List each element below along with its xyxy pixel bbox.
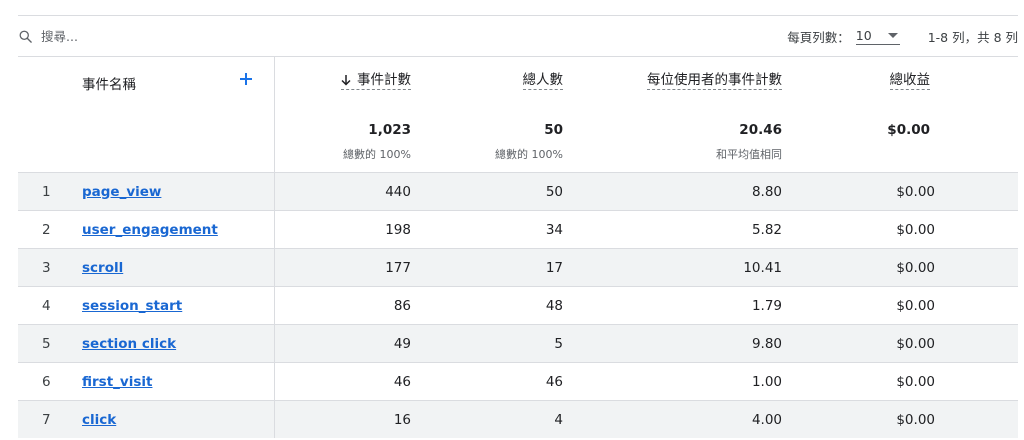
revenue-value: $0.00: [896, 411, 935, 428]
table-row: 4 session_start 86 48 1.79 $0.00: [18, 286, 1018, 324]
event-count-value: 177: [385, 259, 411, 276]
row-index: 2: [42, 221, 51, 238]
events-report: 每頁列數： 10 1-8 列，共 8 列 事件名稱: [0, 0, 1024, 440]
header-total-users-cell: 總人數 50 總數的 100%: [411, 57, 563, 172]
search-box[interactable]: [18, 16, 201, 56]
rows-per-page: 每頁列數： 10: [787, 27, 900, 46]
total-users-value: 17: [545, 259, 563, 276]
event-name-link[interactable]: first_visit: [82, 374, 152, 390]
per-user-value: 5.82: [751, 221, 782, 238]
event-name-cell: user_engagement: [68, 211, 275, 248]
event-name-cell: section click: [68, 325, 275, 362]
table-row: 7 click 16 4 4.00 $0.00: [18, 400, 1018, 438]
event-count-value: 16: [393, 411, 411, 428]
row-index: 4: [42, 297, 51, 314]
caret-down-icon: [887, 32, 898, 38]
revenue-value: $0.00: [896, 183, 935, 200]
search-input[interactable]: [41, 28, 201, 44]
event-name-link[interactable]: scroll: [82, 260, 123, 276]
event-name-cell: scroll: [68, 249, 275, 286]
total-users-value: 5: [554, 335, 563, 352]
event-name-link[interactable]: click: [82, 412, 116, 428]
table-row: 6 first_visit 46 46 1.00 $0.00: [18, 362, 1018, 400]
header-event-name-cell: 事件名稱: [18, 57, 275, 172]
header-event-count[interactable]: 事件計數: [341, 71, 411, 90]
per-user-value: 1.00: [751, 373, 782, 390]
event-count-value: 198: [385, 221, 411, 238]
revenue-value: $0.00: [896, 297, 935, 314]
per-user-value: 1.79: [751, 297, 782, 314]
header-event-count-cell: 事件計數 1,023 總數的 100%: [275, 57, 411, 172]
table-row: 2 user_engagement 198 34 5.82 $0.00: [18, 210, 1018, 248]
revenue-value: $0.00: [896, 259, 935, 276]
header-per-user[interactable]: 每位使用者的事件計數: [647, 71, 782, 90]
table-row: 3 scroll 177 17 10.41 $0.00: [18, 248, 1018, 286]
event-name-link[interactable]: page_view: [82, 184, 161, 200]
revenue-value: $0.00: [896, 373, 935, 390]
total-event-count-sub: 總數的 100%: [343, 148, 411, 161]
search-icon: [18, 29, 33, 44]
header-event-count-label: 事件計數: [357, 72, 411, 88]
total-event-count: 1,023: [368, 122, 411, 138]
rows-per-page-label: 每頁列數：: [787, 29, 850, 45]
row-index: 3: [42, 259, 51, 276]
table-row: 1 page_view 440 50 8.80 $0.00: [18, 172, 1018, 210]
total-users-value: 48: [545, 297, 563, 314]
total-per-user: 20.46: [739, 122, 782, 138]
header-revenue-cell: 總收益 $0.00: [782, 57, 935, 172]
event-name-cell: session_start: [68, 287, 275, 324]
events-table: 事件名稱 事件計數 1,023 總數的 100% 總人數 50 總數的 100%…: [18, 56, 1018, 438]
total-revenue: $0.00: [887, 122, 930, 138]
table-row: 5 section click 49 5 9.80 $0.00: [18, 324, 1018, 362]
total-users-value: 4: [554, 411, 563, 428]
total-users: 50: [544, 122, 563, 138]
event-count-value: 46: [393, 373, 411, 390]
row-index: 7: [42, 411, 51, 428]
row-index: 6: [42, 373, 51, 390]
event-name-link[interactable]: section click: [82, 336, 176, 352]
event-name-cell: click: [68, 401, 275, 438]
event-name-link[interactable]: user_engagement: [82, 222, 218, 238]
event-name-cell: page_view: [68, 173, 275, 210]
pagination-range: 1-8 列，共 8 列: [927, 29, 1018, 45]
total-users-value: 46: [545, 373, 563, 390]
total-per-user-sub: 和平均值相同: [716, 148, 782, 161]
per-user-value: 9.80: [751, 335, 782, 352]
header-per-user-cell: 每位使用者的事件計數 20.46 和平均值相同: [563, 57, 782, 172]
row-index: 5: [42, 335, 51, 352]
event-count-value: 440: [385, 183, 411, 200]
total-users-sub: 總數的 100%: [495, 148, 563, 161]
revenue-value: $0.00: [896, 221, 935, 238]
header-event-name: 事件名稱: [82, 77, 136, 93]
per-user-value: 10.41: [743, 259, 782, 276]
per-user-value: 4.00: [751, 411, 782, 428]
event-name-link[interactable]: session_start: [82, 298, 182, 314]
rows-per-page-select[interactable]: 10: [855, 27, 900, 45]
per-user-value: 8.80: [751, 183, 782, 200]
event-count-value: 49: [393, 335, 411, 352]
header-revenue[interactable]: 總收益: [889, 71, 930, 90]
table-header: 事件名稱 事件計數 1,023 總數的 100% 總人數 50 總數的 100%…: [18, 56, 1018, 172]
event-count-value: 86: [393, 297, 411, 314]
arrow-down-icon: [341, 74, 351, 86]
revenue-value: $0.00: [896, 335, 935, 352]
event-name-cell: first_visit: [68, 363, 275, 400]
rows-per-page-value: 10: [855, 27, 872, 43]
header-total-users[interactable]: 總人數: [522, 71, 563, 90]
total-users-value: 34: [545, 221, 563, 238]
table-toolbar: 每頁列數： 10 1-8 列，共 8 列: [18, 16, 1018, 56]
row-index: 1: [42, 183, 51, 200]
total-users-value: 50: [545, 183, 563, 200]
plus-icon[interactable]: [236, 69, 256, 89]
